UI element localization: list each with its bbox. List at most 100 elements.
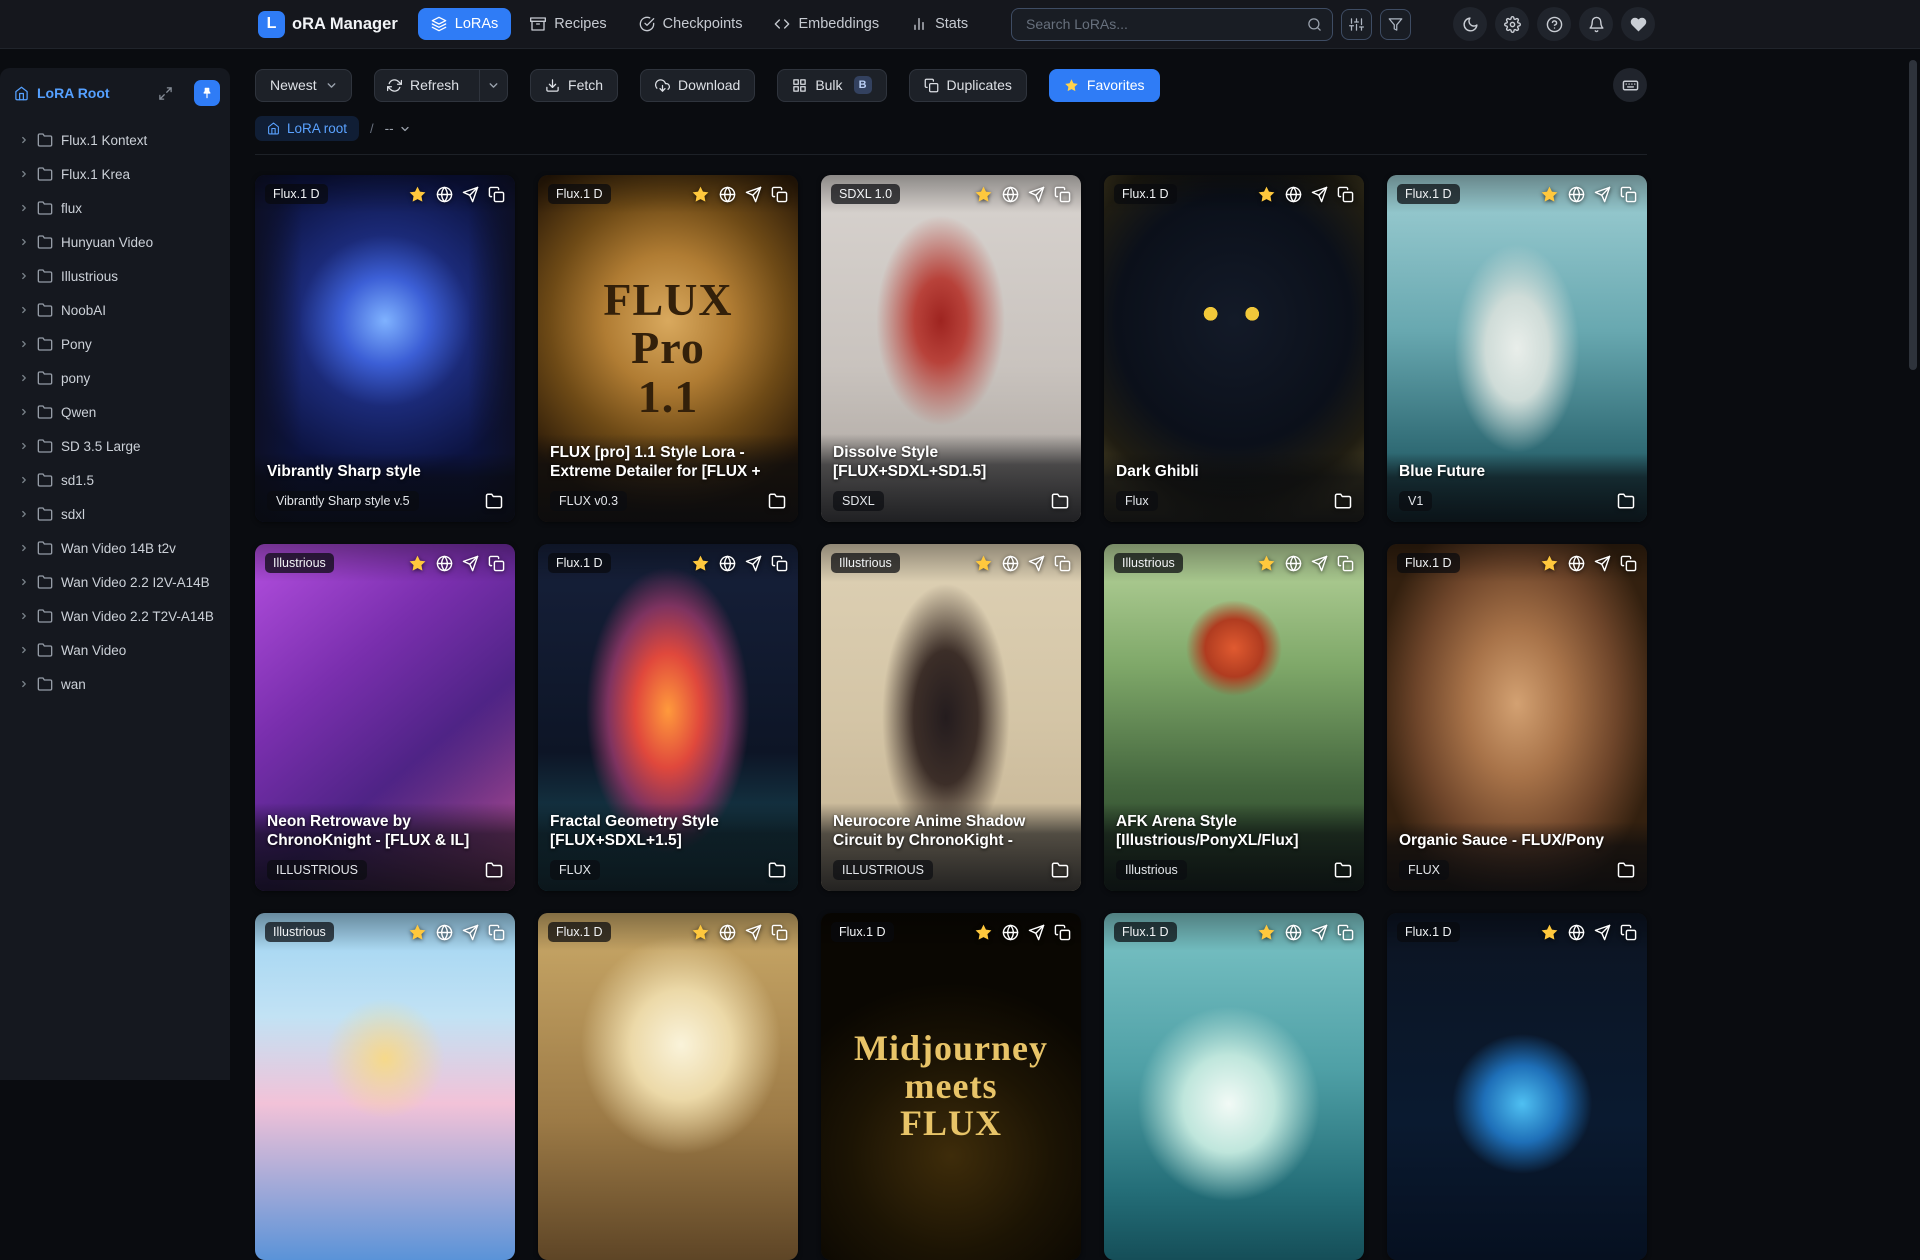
lora-card[interactable]: FLUX Pro 1.1 Flux.1 D FLUX [pro] 1.1 Sty… [538, 175, 798, 522]
send-icon[interactable] [745, 186, 762, 203]
folder-tree-item[interactable]: Qwen [0, 395, 230, 429]
bulk-button[interactable]: Bulk B [777, 68, 887, 102]
settings-button[interactable] [1495, 7, 1529, 41]
nav-item-checkpoints[interactable]: Checkpoints [626, 8, 756, 40]
globe-icon[interactable] [1285, 186, 1302, 203]
globe-icon[interactable] [719, 555, 736, 572]
send-icon[interactable] [1028, 555, 1045, 572]
favorite-star-icon[interactable] [974, 923, 993, 942]
send-icon[interactable] [462, 924, 479, 941]
theme-toggle-button[interactable] [1453, 7, 1487, 41]
lora-card[interactable]: SDXL 1.0 Dissolve Style [FLUX+SDXL+SD1.5… [821, 175, 1081, 522]
globe-icon[interactable] [719, 924, 736, 941]
search-input[interactable] [1024, 15, 1307, 33]
globe-icon[interactable] [1568, 186, 1585, 203]
lora-card[interactable]: Flux.1 D Dark Ghibli Flux [1104, 175, 1364, 522]
favorite-star-icon[interactable] [1540, 923, 1559, 942]
copy-icon[interactable] [1337, 555, 1354, 572]
send-icon[interactable] [1311, 186, 1328, 203]
globe-icon[interactable] [719, 186, 736, 203]
folder-tree-item[interactable]: flux [0, 191, 230, 225]
lora-card[interactable]: Illustrious AFK Arena Style [Illustrious… [1104, 544, 1364, 891]
app-logo[interactable]: L oRA Manager [258, 10, 398, 38]
sort-select[interactable]: Newest [255, 68, 352, 102]
nav-item-recipes[interactable]: Recipes [517, 8, 619, 40]
globe-icon[interactable] [1568, 555, 1585, 572]
nav-item-embeddings[interactable]: Embeddings [761, 8, 892, 40]
keyboard-shortcuts-button[interactable] [1613, 68, 1647, 102]
favorite-star-icon[interactable] [1257, 554, 1276, 573]
globe-icon[interactable] [436, 186, 453, 203]
open-folder-icon[interactable] [485, 861, 503, 879]
lora-card[interactable]: Midjourney meets FLUX Flux.1 D [821, 913, 1081, 1260]
nav-item-stats[interactable]: Stats [898, 8, 981, 40]
search-options-button[interactable] [1341, 8, 1372, 40]
favorite-star-icon[interactable] [1257, 923, 1276, 942]
notifications-button[interactable] [1579, 7, 1613, 41]
send-icon[interactable] [1028, 186, 1045, 203]
globe-icon[interactable] [1002, 555, 1019, 572]
refresh-button[interactable]: Refresh [375, 70, 471, 101]
lora-card[interactable]: Illustrious [255, 913, 515, 1260]
pin-sidebar-button[interactable] [194, 80, 220, 106]
folder-tree-item[interactable]: wan [0, 667, 230, 701]
copy-icon[interactable] [1337, 186, 1354, 203]
copy-icon[interactable] [488, 924, 505, 941]
favorite-star-icon[interactable] [1540, 554, 1559, 573]
send-icon[interactable] [745, 924, 762, 941]
globe-icon[interactable] [1285, 555, 1302, 572]
fetch-button[interactable]: Fetch [530, 68, 619, 102]
folder-tree-item[interactable]: pony [0, 361, 230, 395]
breadcrumb-current-dropdown[interactable]: -- [385, 121, 411, 136]
copy-icon[interactable] [1620, 924, 1637, 941]
favorite-star-icon[interactable] [1257, 185, 1276, 204]
favorite-star-icon[interactable] [408, 923, 427, 942]
favorite-star-icon[interactable] [408, 185, 427, 204]
folder-tree-item[interactable]: Pony [0, 327, 230, 361]
folder-tree-item[interactable]: Wan Video 2.2 T2V-A14B [0, 599, 230, 633]
send-icon[interactable] [1311, 924, 1328, 941]
globe-icon[interactable] [436, 555, 453, 572]
copy-icon[interactable] [488, 186, 505, 203]
folder-tree-item[interactable]: Wan Video [0, 633, 230, 667]
lora-card[interactable]: Flux.1 D Vibrantly Sharp style Vibrantly… [255, 175, 515, 522]
globe-icon[interactable] [1002, 186, 1019, 203]
lora-card[interactable]: Flux.1 D Blue Future V1 [1387, 175, 1647, 522]
copy-icon[interactable] [1054, 555, 1071, 572]
folder-tree-item[interactable]: Flux.1 Krea [0, 157, 230, 191]
favorite-star-icon[interactable] [691, 923, 710, 942]
favorite-star-icon[interactable] [691, 185, 710, 204]
open-folder-icon[interactable] [1334, 861, 1352, 879]
favorite-star-icon[interactable] [691, 554, 710, 573]
lora-card[interactable]: Flux.1 D [1104, 913, 1364, 1260]
folder-tree-item[interactable]: NoobAI [0, 293, 230, 327]
lora-card[interactable]: Flux.1 D Organic Sauce - FLUX/Pony FLUX [1387, 544, 1647, 891]
copy-icon[interactable] [488, 555, 505, 572]
copy-icon[interactable] [1620, 186, 1637, 203]
send-icon[interactable] [1594, 924, 1611, 941]
lora-card[interactable]: Flux.1 D Fractal Geometry Style [FLUX+SD… [538, 544, 798, 891]
scrollbar-thumb[interactable] [1909, 60, 1917, 370]
folder-tree-item[interactable]: Wan Video 14B t2v [0, 531, 230, 565]
folder-tree-item[interactable]: sd1.5 [0, 463, 230, 497]
favorite-star-icon[interactable] [974, 185, 993, 204]
nav-item-loras[interactable]: LoRAs [417, 8, 512, 40]
favorites-filter-button[interactable]: Favorites [1048, 68, 1160, 102]
filter-button[interactable] [1380, 8, 1411, 40]
refresh-options-button[interactable] [479, 69, 507, 101]
expand-all-button[interactable] [152, 85, 179, 102]
open-folder-icon[interactable] [1617, 492, 1635, 510]
open-folder-icon[interactable] [1617, 861, 1635, 879]
open-folder-icon[interactable] [485, 492, 503, 510]
folder-tree-item[interactable]: sdxl [0, 497, 230, 531]
folder-tree-item[interactable]: Wan Video 2.2 I2V-A14B [0, 565, 230, 599]
send-icon[interactable] [1594, 186, 1611, 203]
breadcrumb-root[interactable]: LoRA root [255, 116, 360, 141]
send-icon[interactable] [745, 555, 762, 572]
open-folder-icon[interactable] [768, 492, 786, 510]
download-button[interactable]: Download [640, 68, 756, 102]
send-icon[interactable] [1311, 555, 1328, 572]
lora-card[interactable]: Illustrious Neon Retrowave by ChronoKnig… [255, 544, 515, 891]
favorite-star-icon[interactable] [1540, 185, 1559, 204]
favorite-star-icon[interactable] [408, 554, 427, 573]
